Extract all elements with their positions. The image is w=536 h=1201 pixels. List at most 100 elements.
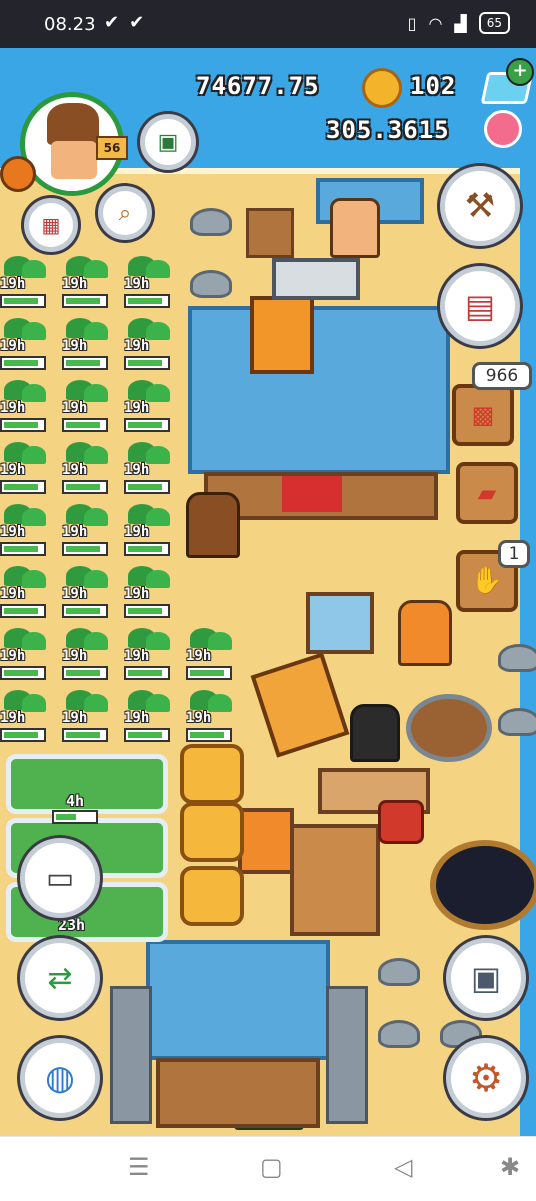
crop-timer: 19h [0,338,26,354]
npc-shopkeeper[interactable] [350,704,400,762]
workshop-building[interactable] [188,296,450,520]
rock[interactable] [498,644,536,672]
crop-plot[interactable]: 19h [62,318,112,374]
status-right: ▯ ◠ ▟ 65 [408,12,510,34]
crop-timer: 19h [124,648,150,664]
crate-icon: ▩ [471,401,495,429]
chat-button[interactable]: ▭ [20,838,100,918]
npc-girl[interactable] [398,600,452,666]
crop-plot[interactable]: 19h [124,318,174,374]
crop-plot[interactable]: 19h [62,380,112,436]
progress-bar [0,728,46,742]
npc-worker[interactable] [330,198,380,258]
rock[interactable] [378,1020,420,1048]
crop-plot[interactable]: 19h [0,628,50,684]
progress-fill [66,422,100,428]
honey-hive[interactable] [180,802,244,862]
build-button[interactable]: ⚒ [440,166,520,246]
workshop-roof [188,306,450,474]
avatar-face [51,141,97,179]
crop-plot[interactable]: 19h [62,504,112,560]
crop-plot[interactable]: 19h [0,442,50,498]
crop-plot[interactable]: 19h [124,504,174,560]
rock[interactable] [190,208,232,236]
campfire[interactable] [406,694,492,762]
crop-plot[interactable]: 19h [186,690,236,746]
gem-balance: 102 [410,72,457,100]
crop-plot[interactable]: 19h [62,566,112,622]
back-icon[interactable]: ◁ [394,1153,412,1181]
crop-plot[interactable]: 19h [0,380,50,436]
crop-timer: 19h [186,648,212,664]
crop-plot[interactable]: 19h [124,690,174,746]
recipe-button[interactable]: ▰ [456,462,518,524]
garden-timer: 23h [58,916,86,934]
crop-plot[interactable]: 19h [124,566,174,622]
apple-basket[interactable] [378,800,424,844]
add-gems-button[interactable]: + [506,58,534,86]
workshop-chimney [250,296,314,374]
crop-plot[interactable]: 19h [62,690,112,746]
recents-icon[interactable]: ☰ [128,1153,150,1181]
book-timer-button[interactable]: ▣ [140,114,196,170]
rock[interactable] [378,958,420,986]
storage-button[interactable]: ▩ [452,384,514,446]
progress-fill [128,422,162,428]
pumpkin-icon [0,156,36,192]
crop-plot[interactable]: 19h [0,690,50,746]
trade-button[interactable]: ⇄ [20,938,100,1018]
stone-tower [110,986,152,1124]
progress-fill [4,484,38,490]
crop-timer: 19h [124,338,150,354]
progress-bar [0,480,46,494]
crop-plot[interactable]: 19h [0,318,50,374]
crate-stall[interactable] [306,592,374,654]
flower-balance: 305.3615 [326,116,450,144]
crop-plot[interactable]: 19h [0,256,50,312]
desk[interactable] [246,208,294,258]
crop-timer: 19h [124,400,150,416]
progress-fill [66,670,100,676]
progress-fill [128,484,162,490]
fruit-stand[interactable] [238,808,294,874]
progress-fill [4,360,38,366]
save-button[interactable]: ▣ [446,938,526,1018]
dig-hole[interactable] [430,840,536,930]
crop-plot[interactable]: 19h [0,566,50,622]
honey-hive[interactable] [180,744,244,804]
progress-bar [0,418,46,432]
crop-timer: 19h [0,524,26,540]
game-viewport[interactable]: 4h 23h 19h 19h 19h 19h 19h 19h 19h 19h 19h 19h 19h… [0,48,536,1136]
crop-plot[interactable]: 19h [124,256,174,312]
crop-plot[interactable]: 19h [124,628,174,684]
anvil[interactable] [272,258,360,300]
calendar-button[interactable]: ▦ [24,198,78,252]
rock[interactable] [498,708,536,736]
progress-fill [190,670,224,676]
home-icon[interactable]: ▢ [260,1153,283,1181]
workshop-door [282,476,342,512]
inventory-button[interactable]: ▤ [440,266,520,346]
crop-plot[interactable]: 19h [124,442,174,498]
honey-hive[interactable] [180,866,244,926]
vendor-stall[interactable] [290,824,380,936]
world-map-button[interactable]: ◍ [20,1038,100,1118]
coin-balance: 74677.75 [196,72,320,100]
crop-timer: 19h [0,648,26,664]
crop-plot[interactable]: 19h [62,628,112,684]
crop-plot[interactable]: 19h [62,442,112,498]
scroll-icon: ▰ [477,479,497,507]
crop-plot[interactable]: 19h [0,504,50,560]
crop-timer: 19h [0,586,26,602]
settings-button[interactable]: ⚙ [446,1038,526,1118]
crop-timer: 19h [124,524,150,540]
npc-cowboy[interactable] [186,492,240,558]
accessibility-icon[interactable]: ✱ [500,1153,520,1181]
crop-plot[interactable]: 19h [124,380,174,436]
floppy-disk-icon: ▣ [470,959,502,997]
crop-plot[interactable]: 19h [62,256,112,312]
kitchen-building[interactable] [146,940,330,1132]
search-button[interactable]: ⌕ [98,186,152,240]
crop-plot[interactable]: 19h [186,628,236,684]
rock[interactable] [190,270,232,298]
